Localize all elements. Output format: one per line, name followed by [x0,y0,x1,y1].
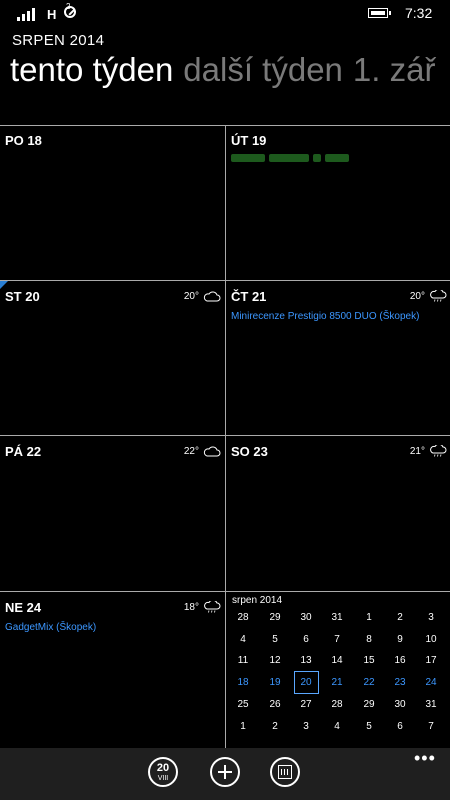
mini-calendar-day[interactable]: 16 [385,655,415,666]
day-label: NE 24 [5,600,42,615]
mini-calendar-day[interactable]: 1 [228,721,258,732]
mini-calendar-day[interactable]: 30 [291,612,321,623]
mini-calendar-day[interactable]: 29 [260,612,290,623]
day-cell-sun[interactable]: NE 24 18° GadgetMix (Škopek) [0,592,225,747]
mini-calendar-day[interactable]: 6 [385,721,415,732]
day-cell-tue[interactable]: ÚT 19 [226,125,450,280]
weather-temp: 21° [409,446,425,457]
mini-calendar-day[interactable]: 27 [291,699,321,710]
day-cell-thu[interactable]: ČT 21 20° Minirecenze Prestigio 8500 DUO… [226,281,450,436]
weather-temp: 18° [183,602,199,613]
mini-calendar-week: 11 12 13 14 15 16 17 [226,655,450,675]
mini-calendar-day[interactable]: 4 [322,721,352,732]
day-cell-mon[interactable]: PO 18 [0,125,225,280]
day-label: PO 18 [5,133,42,148]
mini-calendar-day[interactable]: 3 [291,721,321,732]
mini-calendar-day[interactable]: 25 [228,699,258,710]
mini-calendar-day[interactable]: 26 [260,699,290,710]
mini-calendar-day[interactable]: 6 [291,634,321,645]
cloud-rain-icon [430,290,447,302]
pivot-next-week[interactable]: další týden [183,51,343,88]
sim-icon: 2 [64,2,76,19]
event-item[interactable]: GadgetMix (Škopek) [5,622,96,633]
status-bar: H 2 7:32 [0,0,450,28]
today-marker [0,281,8,289]
mini-calendar-day[interactable]: 7 [416,721,446,732]
mini-calendar-day[interactable]: 24 [416,677,446,688]
mini-calendar-day[interactable]: 18 [228,677,258,688]
day-label: ČT 21 [231,289,267,304]
day-cell-fri[interactable]: PÁ 22 22° [0,436,225,591]
mini-calendar-week: 18 19 20 21 22 23 24 [226,671,450,697]
week-grid: PO 18 ÚT 19 ST 20 20° ČT 21 20° Minirece… [0,125,450,748]
mini-calendar-day[interactable]: 21 [322,677,352,688]
mini-calendar-day[interactable]: 10 [416,634,446,645]
mini-calendar-week: 1234567 [226,721,450,741]
mini-calendar-day[interactable]: 9 [385,634,415,645]
pivot-header: tento týden další týden 1. zář [10,51,445,89]
day-label: ÚT 19 [231,133,267,148]
weather-temp: 20° [409,291,425,302]
today-button[interactable]: 20 VIII [148,757,178,787]
add-event-button[interactable] [210,757,240,787]
mini-calendar-day[interactable]: 7 [322,634,352,645]
signal-strength-icon [17,5,39,21]
month-view-button[interactable] [270,757,300,787]
mini-calendar-today-box [294,671,319,694]
mini-calendar-day[interactable]: 13 [291,655,321,666]
day-cell-wed[interactable]: ST 20 20° [0,281,225,436]
event-item[interactable]: Minirecenze Prestigio 8500 DUO (Škopek) [231,311,419,322]
mini-calendar-day[interactable]: 31 [416,699,446,710]
mini-calendar-day[interactable]: 29 [354,699,384,710]
cloud-rain-icon [430,445,447,457]
day-cell-sat[interactable]: SO 23 21° [226,436,450,591]
mini-calendar-day[interactable]: 22 [354,677,384,688]
mini-calendar-week: 25 26 27 28 29 30 31 [226,699,450,719]
mini-calendar-day[interactable]: 5 [260,634,290,645]
mini-calendar-day[interactable]: 15 [354,655,384,666]
cloud-icon [203,291,221,302]
today-day: 20 [156,762,170,774]
mini-calendar-day[interactable]: 3 [416,612,446,623]
mini-month-calendar[interactable]: srpen 2014 28 29 30 31 1 2 3 4 5 6 7 8 9 10 11 12 13 14 15… [226,592,450,747]
mini-calendar-day[interactable]: 5 [354,721,384,732]
mini-calendar-day[interactable]: 2 [385,612,415,623]
mini-calendar-day[interactable]: 28 [322,699,352,710]
weather-temp: 20° [183,291,199,302]
cloud-icon [203,446,221,457]
day-label: SO 23 [231,444,268,459]
mini-calendar-day[interactable]: 4 [228,634,258,645]
mini-calendar-day[interactable]: 28 [228,612,258,623]
mini-calendar-week: 4 5 6 7 8 9 10 [226,634,450,654]
today-month: VIII [157,775,169,782]
mini-calendar-day[interactable]: 19 [260,677,290,688]
mini-calendar-day[interactable]: 23 [385,677,415,688]
calendar-icon [278,765,292,779]
day-label: ST 20 [5,289,40,304]
day-label: PÁ 22 [5,444,42,459]
cloud-rain-icon [204,601,221,613]
mini-calendar-day[interactable]: 31 [322,612,352,623]
mini-calendar-day[interactable]: 12 [260,655,290,666]
more-menu-button[interactable]: ••• [414,748,436,769]
month-title: SRPEN 2014 [12,32,105,49]
pivot-sept-1[interactable]: 1. zář [353,51,436,88]
mini-calendar-day[interactable]: 14 [322,655,352,666]
mini-calendar-title: srpen 2014 [232,595,283,606]
app-bar: 20 VIII ••• [0,748,450,800]
mini-calendar-day[interactable]: 30 [385,699,415,710]
weather-temp: 22° [183,446,199,457]
network-type: H [47,7,57,22]
clock: 7:32 [405,5,433,21]
battery-icon [368,8,391,18]
mini-calendar-day[interactable]: 8 [354,634,384,645]
mini-calendar-day[interactable]: 11 [228,655,258,666]
mini-calendar-day[interactable]: 1 [354,612,384,623]
mini-calendar-week: 28 29 30 31 1 2 3 [226,612,450,632]
pivot-this-week[interactable]: tento týden [10,51,173,88]
mini-calendar-day[interactable]: 17 [416,655,446,666]
mini-calendar-day[interactable]: 2 [260,721,290,732]
